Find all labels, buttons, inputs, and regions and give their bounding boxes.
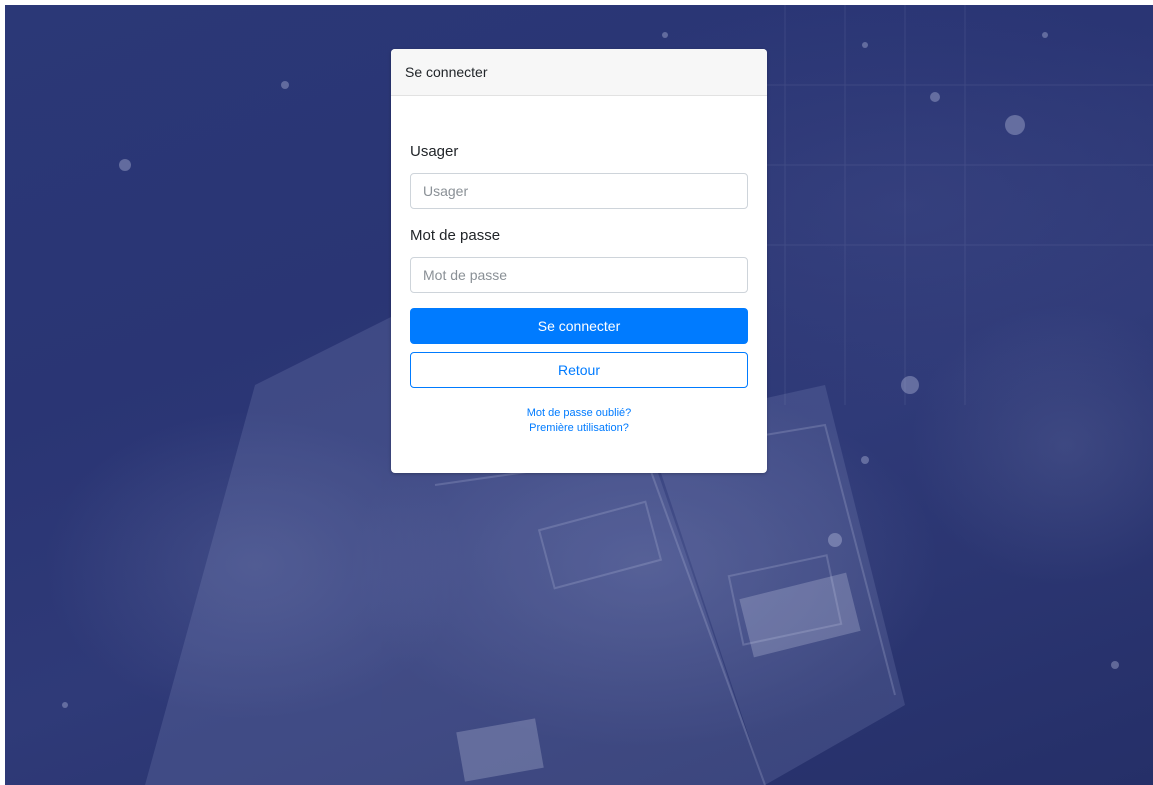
login-form: Usager Mot de passe Se connecter Retour … [391,143,767,436]
card-title: Se connecter [405,64,488,80]
password-label: Mot de passe [410,227,501,244]
username-label: Usager [410,143,459,160]
card-header: Se connecter [391,49,767,96]
page: Se connecter Usager Mot de passe Se conn… [0,0,1153,785]
login-button[interactable]: Se connecter [410,308,748,344]
help-links: Mot de passe oublié? Première utilisatio… [410,406,748,436]
forgot-password-link[interactable]: Mot de passe oublié? [410,406,748,421]
first-use-link[interactable]: Première utilisation? [410,421,748,436]
login-card: Se connecter Usager Mot de passe Se conn… [391,49,767,473]
password-input[interactable] [410,257,748,293]
username-input[interactable] [410,173,748,209]
back-button[interactable]: Retour [410,352,748,388]
